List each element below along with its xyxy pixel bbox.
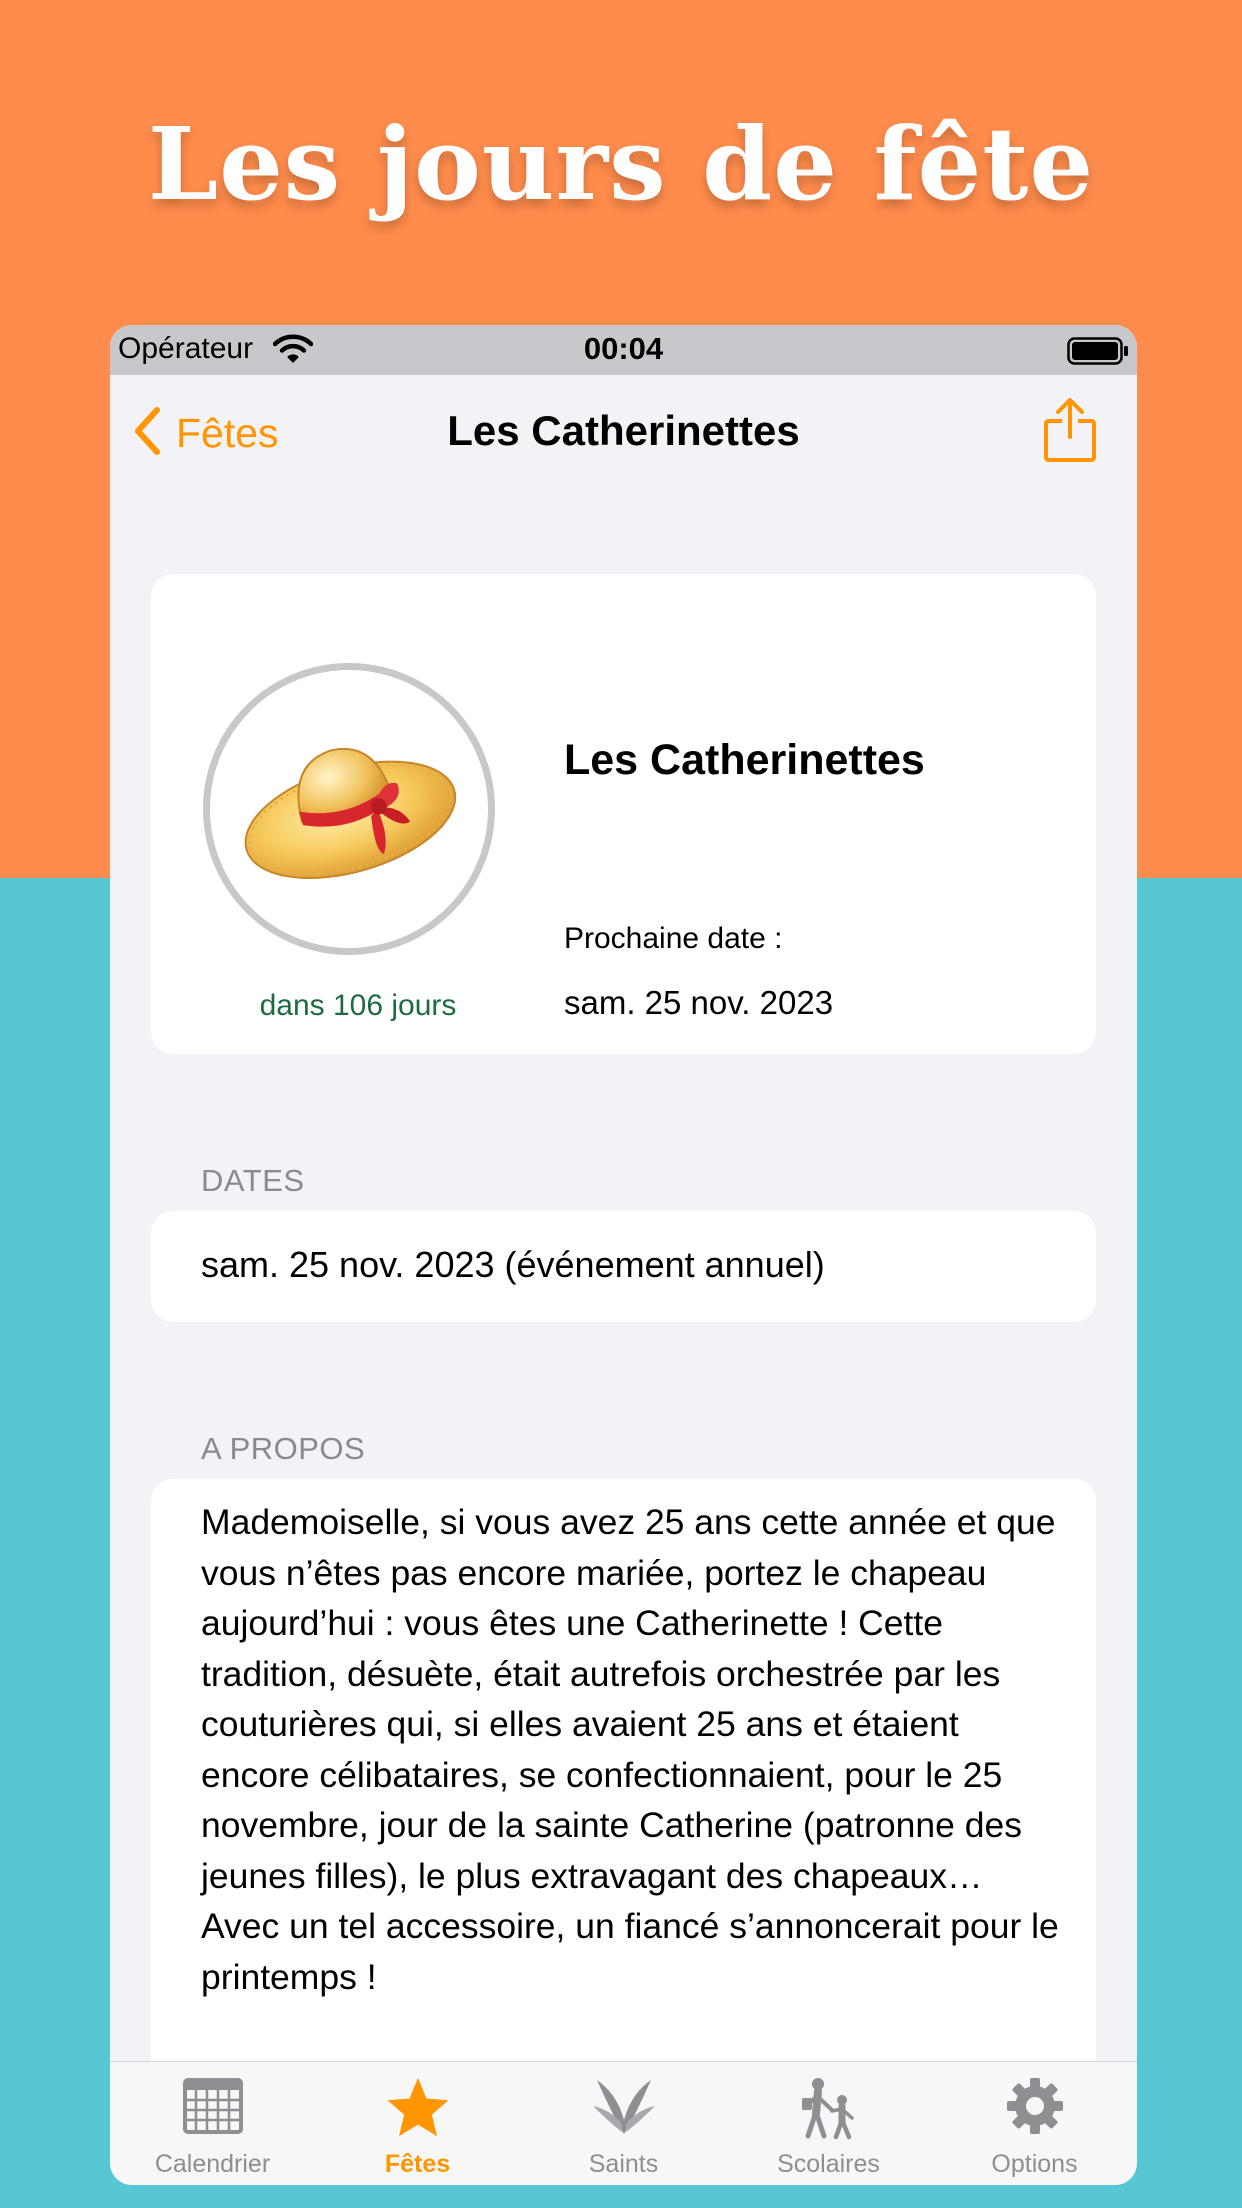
star-icon (315, 2076, 520, 2142)
share-button[interactable] (1043, 397, 1097, 468)
battery-icon (1067, 337, 1129, 370)
tab-label: Options (991, 2150, 1078, 2178)
fete-image-frame (203, 663, 495, 955)
tab-label: Calendrier (154, 2150, 271, 2178)
promo-title: Les jours de fête (147, 105, 1095, 223)
share-icon (1043, 398, 1097, 467)
next-date-label: Prochaine date : (564, 922, 783, 955)
tab-scolaires[interactable]: Scolaires (726, 2062, 931, 2185)
fete-name: Les Catherinettes (564, 736, 925, 784)
tab-label: Fêtes (384, 2150, 451, 2178)
fete-summary-card: dans 106 jours Les Catherinettes Prochai… (151, 574, 1096, 1054)
tab-saints[interactable]: Saints (521, 2062, 726, 2185)
status-time: 00:04 (583, 331, 664, 366)
next-date-value: sam. 25 nov. 2023 (564, 984, 834, 1021)
tab-fetes[interactable]: Fêtes (315, 2062, 520, 2185)
tab-label: Scolaires (777, 2150, 880, 2178)
days-until-label: dans 106 jours (259, 989, 457, 1022)
navigation-bar: Fêtes Les Catherinettes (110, 375, 1137, 485)
status-bar: Opérateur 00:04 (110, 325, 1137, 375)
nav-title: Les Catherinettes (447, 407, 800, 454)
calendar-icon (110, 2076, 315, 2142)
saint-wings-icon (521, 2076, 726, 2142)
school-children-icon (726, 2076, 931, 2142)
tab-options[interactable]: Options (932, 2062, 1137, 2185)
section-header-about: A PROPOS (201, 1431, 366, 1466)
about-text: Mademoiselle, si vous avez 25 ans cette … (201, 1502, 1059, 1997)
tab-bar: Calendrier Fêtes Saints Scolaires Option… (110, 2061, 1137, 2185)
section-header-dates: DATES (201, 1163, 305, 1198)
gear-icon (932, 2076, 1137, 2142)
phone-screen: Opérateur 00:04 Fêtes Les Catherinettes … (110, 325, 1137, 2185)
tab-calendrier[interactable]: Calendrier (110, 2062, 315, 2185)
tab-label: Saints (588, 2150, 659, 2178)
date-row[interactable]: sam. 25 nov. 2023 (événement annuel) (201, 1244, 825, 1286)
dates-card: sam. 25 nov. 2023 (événement annuel) (151, 1211, 1096, 1322)
